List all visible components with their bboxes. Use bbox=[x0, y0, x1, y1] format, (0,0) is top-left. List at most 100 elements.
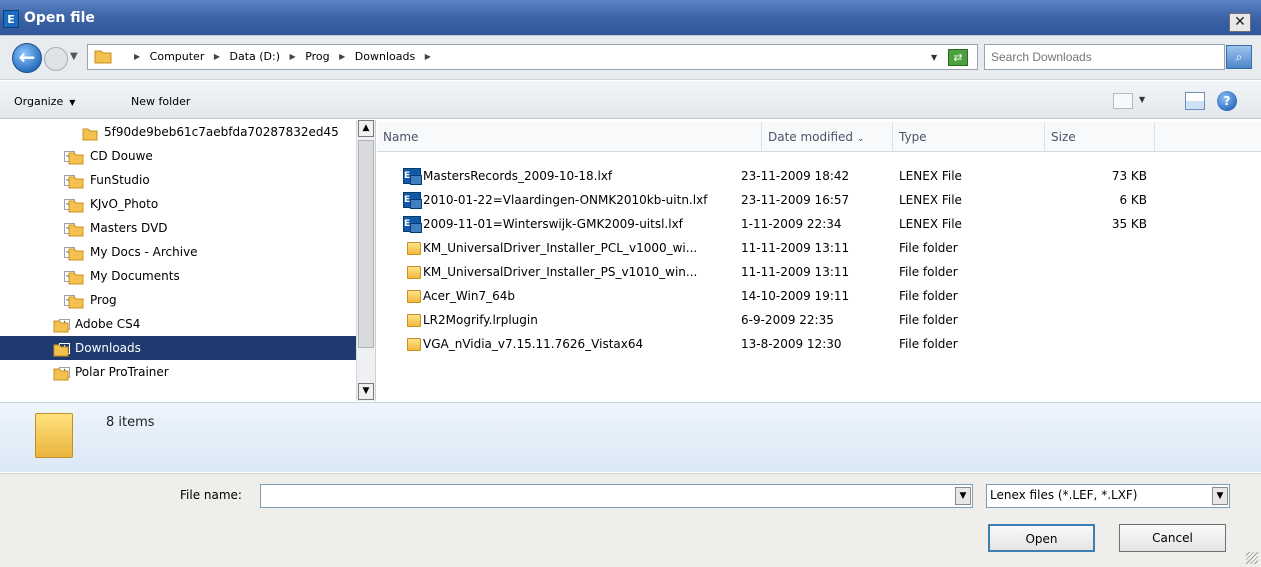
cancel-button[interactable]: Cancel bbox=[1119, 524, 1226, 552]
close-button[interactable]: ✕ bbox=[1229, 13, 1251, 32]
tree-item-label: 5f90de9beb61c7aebfda70287832ed45 bbox=[104, 125, 339, 139]
scroll-thumb[interactable] bbox=[358, 140, 374, 348]
tree-item-label: CD Douwe bbox=[90, 149, 153, 163]
tree-item[interactable]: +Adobe CS4 bbox=[0, 312, 356, 336]
tree-item[interactable]: +My Docs - Archive bbox=[0, 240, 356, 264]
folder-icon bbox=[407, 266, 421, 279]
folder-icon bbox=[35, 413, 73, 458]
breadcrumb-separator-icon: ▶ bbox=[213, 52, 220, 61]
breadcrumb-prog[interactable]: Prog bbox=[305, 50, 329, 63]
file-type: LENEX File bbox=[899, 169, 962, 183]
file-row[interactable]: E MastersRecords_2009-10-18.lxf 23-11-2009… bbox=[377, 164, 1261, 188]
lenex-file-icon: E bbox=[403, 168, 422, 185]
lenex-file-icon: E bbox=[403, 192, 422, 209]
file-date-modified: 23-11-2009 16:57 bbox=[741, 193, 850, 207]
lenex-file-icon: E bbox=[403, 216, 422, 233]
tree-item[interactable]: +CD Douwe bbox=[0, 144, 356, 168]
tree-item-label: KJvO_Photo bbox=[90, 197, 159, 211]
file-name: Acer_Win7_64b bbox=[423, 289, 515, 303]
back-button[interactable]: ← bbox=[12, 43, 42, 73]
scroll-up-button[interactable]: ▲ bbox=[358, 120, 374, 137]
views-icon[interactable] bbox=[1113, 93, 1133, 109]
search-input[interactable] bbox=[984, 44, 1225, 70]
folder-icon bbox=[68, 197, 84, 213]
file-name: 2010-01-22=Vlaardingen-ONMK2010kb-uitn.l… bbox=[423, 193, 708, 207]
tree-item-label: Prog bbox=[90, 293, 117, 307]
file-name-dropdown-icon[interactable]: ▼ bbox=[955, 487, 971, 505]
breadcrumb[interactable]: ▶ Computer ▶ Data (D:) ▶ Prog ▶ Download… bbox=[87, 44, 978, 70]
organize-label: Organize bbox=[14, 95, 64, 108]
tree-item[interactable]: −Prog bbox=[0, 288, 356, 312]
column-date-modified[interactable]: Date modified ⌄ bbox=[762, 122, 893, 152]
tree-scrollbar[interactable]: ▲ ▼ bbox=[356, 120, 375, 401]
file-date-modified: 14-10-2009 19:11 bbox=[741, 289, 850, 303]
folder-icon bbox=[68, 149, 84, 165]
file-name: KM_UniversalDriver_Installer_PS_v1010_wi… bbox=[423, 265, 698, 279]
file-row[interactable]: KM_UniversalDriver_Installer_PS_v1010_wi… bbox=[377, 260, 1261, 284]
tree-item-label: Masters DVD bbox=[90, 221, 168, 235]
tree-item[interactable]: +Masters DVD bbox=[0, 216, 356, 240]
file-row[interactable]: E 2010-01-22=Vlaardingen-ONMK2010kb-uitn.… bbox=[377, 188, 1261, 212]
tree-item[interactable]: +Downloads bbox=[0, 336, 356, 360]
file-name-input[interactable] bbox=[260, 484, 973, 508]
organize-button[interactable]: Organize ▼ bbox=[14, 95, 75, 108]
history-dropdown-icon[interactable]: ▼ bbox=[70, 51, 78, 62]
tree-item-label: FunStudio bbox=[90, 173, 150, 187]
file-row[interactable]: KM_UniversalDriver_Installer_PCL_v1000_w… bbox=[377, 236, 1261, 260]
chevron-down-icon[interactable]: ▼ bbox=[1139, 95, 1145, 104]
file-name: LR2Mogrify.lrplugin bbox=[423, 313, 538, 327]
file-name: VGA_nVidia_v7.15.11.7626_Vistax64 bbox=[423, 337, 644, 351]
title-bar: E Open file ✕ bbox=[0, 0, 1261, 36]
file-type: File folder bbox=[899, 241, 958, 255]
column-size[interactable]: Size bbox=[1045, 122, 1155, 152]
breadcrumb-downloads[interactable]: Downloads bbox=[355, 50, 415, 63]
preview-pane-icon[interactable] bbox=[1185, 92, 1205, 110]
folder-icon bbox=[407, 290, 421, 303]
file-row[interactable]: VGA_nVidia_v7.15.11.7626_Vistax64 13-8-20… bbox=[377, 332, 1261, 356]
breadcrumb-separator-icon: ▶ bbox=[339, 52, 346, 61]
tree-item[interactable]: +My Documents bbox=[0, 264, 356, 288]
breadcrumb-separator-icon: ▶ bbox=[424, 52, 431, 61]
tree-item[interactable]: +KJvO_Photo bbox=[0, 192, 356, 216]
folder-icon bbox=[68, 173, 84, 189]
search-button[interactable]: ⌕ bbox=[1226, 45, 1252, 69]
column-type[interactable]: Type bbox=[893, 122, 1045, 152]
tree-item[interactable]: +FunStudio bbox=[0, 168, 356, 192]
file-type: LENEX File bbox=[899, 193, 962, 207]
file-name-label: File name: bbox=[180, 488, 242, 502]
scroll-down-button[interactable]: ▼ bbox=[358, 383, 374, 400]
file-row[interactable]: Acer_Win7_64b 14-10-2009 19:11 File folder bbox=[377, 284, 1261, 308]
tree-item[interactable]: +Polar ProTrainer bbox=[0, 360, 356, 384]
file-type-dropdown-icon[interactable]: ▼ bbox=[1212, 487, 1228, 505]
column-name[interactable]: Name bbox=[377, 122, 762, 152]
file-type: LENEX File bbox=[899, 217, 962, 231]
file-type: File folder bbox=[899, 337, 958, 351]
file-size: 73 KB bbox=[1111, 169, 1147, 183]
file-size: 6 KB bbox=[1119, 193, 1147, 207]
breadcrumb-data-drive[interactable]: Data (D:) bbox=[230, 50, 281, 63]
refresh-button[interactable]: ⇄ bbox=[948, 49, 968, 66]
address-dropdown-icon[interactable]: ▼ bbox=[931, 53, 937, 62]
file-row[interactable]: LR2Mogrify.lrplugin 6-9-2009 22:35 File fo… bbox=[377, 308, 1261, 332]
help-icon[interactable]: ? bbox=[1217, 91, 1237, 111]
file-name: MastersRecords_2009-10-18.lxf bbox=[423, 169, 613, 183]
file-date-modified: 1-11-2009 22:34 bbox=[741, 217, 842, 231]
open-button[interactable]: Open bbox=[988, 524, 1095, 552]
tree-item[interactable]: 5f90de9beb61c7aebfda70287832ed45 bbox=[0, 120, 356, 144]
breadcrumb-separator-icon: ▶ bbox=[289, 52, 296, 61]
tree-item-label: Polar ProTrainer bbox=[75, 365, 169, 379]
folder-icon bbox=[53, 341, 69, 357]
back-arrow-icon: ← bbox=[18, 45, 36, 69]
file-type: File folder bbox=[899, 289, 958, 303]
file-date-modified: 11-11-2009 13:11 bbox=[741, 265, 850, 279]
resize-grip-icon[interactable] bbox=[1246, 552, 1258, 564]
forward-button[interactable] bbox=[44, 47, 68, 71]
file-row[interactable]: E 2009-11-01=Winterswijk-GMK2009-uitsl.lx… bbox=[377, 212, 1261, 236]
new-folder-button[interactable]: New folder bbox=[131, 95, 190, 108]
breadcrumb-separator-icon: ▶ bbox=[134, 52, 141, 61]
file-type-filter[interactable]: Lenex files (*.LEF, *.LXF) bbox=[986, 484, 1230, 508]
folder-icon bbox=[68, 293, 84, 309]
tree-item-label: My Docs - Archive bbox=[90, 245, 198, 259]
command-toolbar: Organize ▼ New folder ▼ ? bbox=[0, 81, 1261, 119]
breadcrumb-computer[interactable]: Computer bbox=[150, 50, 205, 63]
